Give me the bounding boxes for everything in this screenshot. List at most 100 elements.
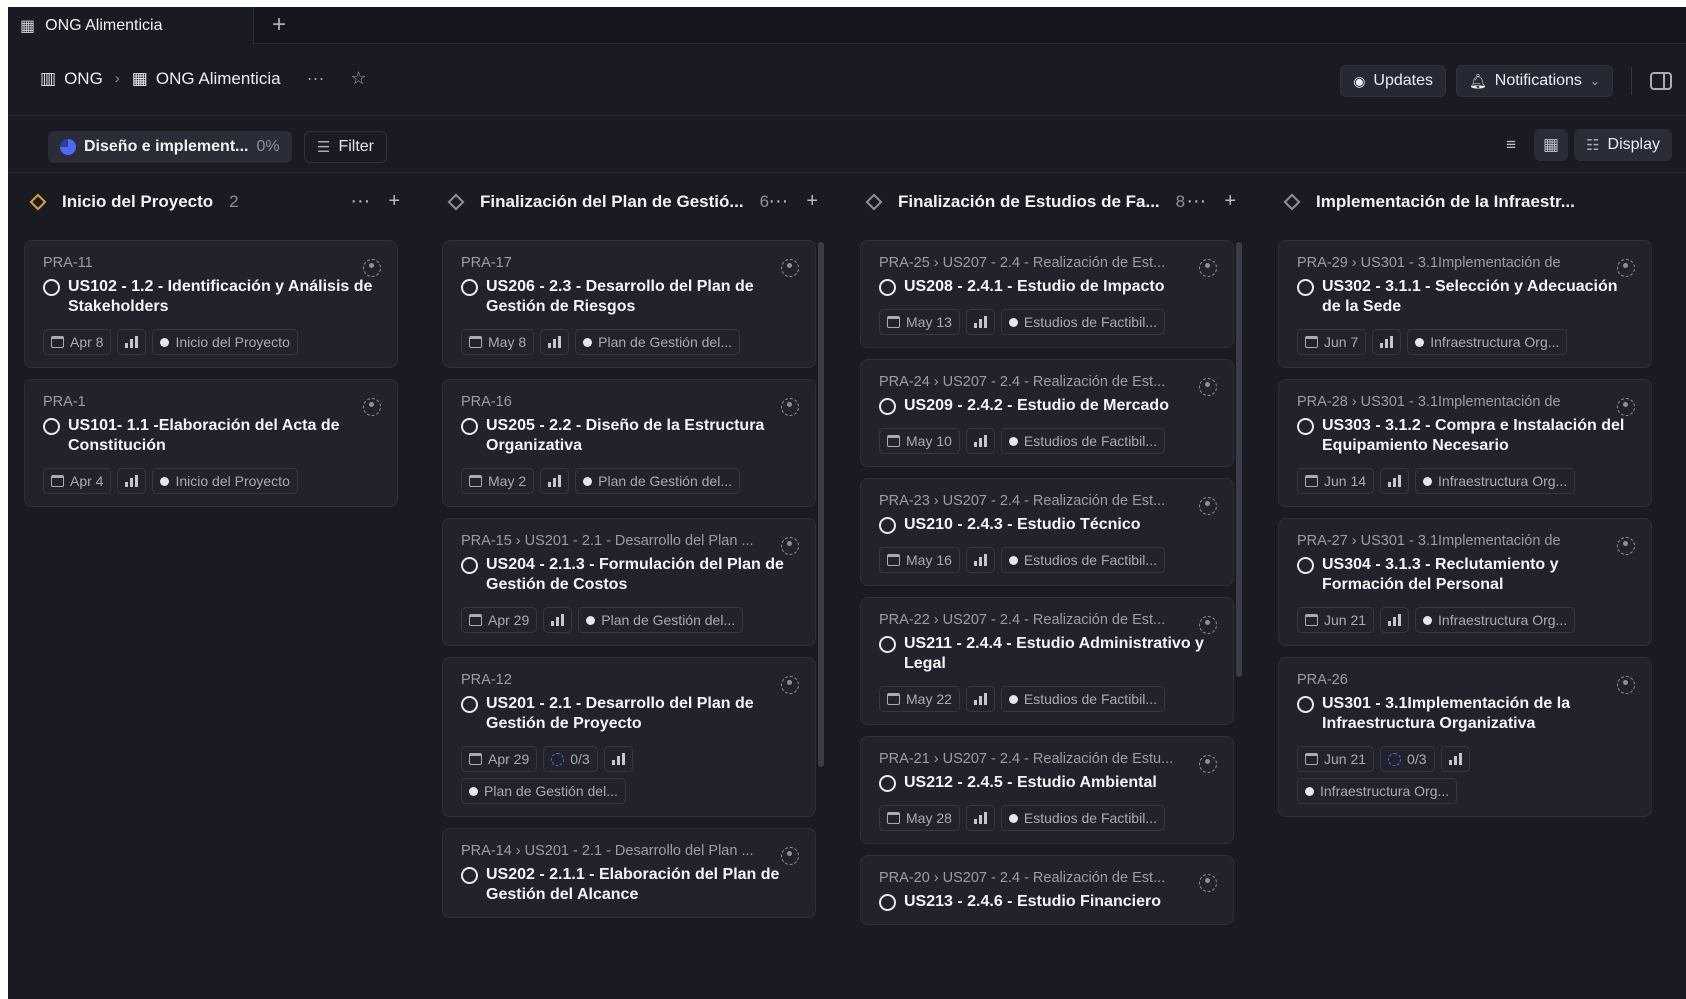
due-date-tag[interactable]: Apr 8	[43, 329, 112, 355]
status-todo-icon[interactable]	[461, 867, 478, 884]
milestone-tag[interactable]: Inicio del Proyecto	[152, 329, 298, 355]
priority-tag[interactable]	[540, 468, 570, 494]
board-view-button[interactable]: ▦	[1534, 129, 1569, 161]
assignee-icon[interactable]	[1617, 676, 1635, 694]
assignee-icon[interactable]	[1199, 378, 1217, 396]
tab-ong-alimenticia[interactable]: ▦ ONG Alimenticia	[8, 7, 254, 44]
issue-card[interactable]: PRA-27 › US301 - 3.1Implementación de US3…	[1278, 518, 1652, 646]
due-date-tag[interactable]: May 10	[879, 428, 960, 454]
priority-tag[interactable]	[965, 686, 995, 712]
milestone-tag[interactable]: Inicio del Proyecto	[152, 468, 298, 494]
issue-card[interactable]: PRA-29 › US301 - 3.1Implementación de US3…	[1278, 240, 1652, 368]
priority-tag[interactable]	[1380, 468, 1410, 494]
priority-tag[interactable]	[540, 329, 570, 355]
issue-card[interactable]: PRA-25 › US207 - 2.4 - Realización de Es…	[860, 240, 1234, 348]
add-issue-icon[interactable]: +	[806, 190, 818, 213]
due-date-tag[interactable]: Apr 29	[461, 607, 538, 633]
new-tab-button[interactable]: +	[272, 11, 286, 39]
issue-card[interactable]: PRA-21 › US207 - 2.4 - Realización de Es…	[860, 736, 1234, 844]
notifications-button[interactable]: 🔔︎ Notifications ⌄	[1456, 65, 1613, 97]
more-options-icon[interactable]: ···	[350, 190, 370, 213]
assignee-icon[interactable]	[1199, 497, 1217, 515]
assignee-icon[interactable]	[781, 398, 799, 416]
priority-tag[interactable]	[965, 805, 995, 831]
updates-button[interactable]: ◉ Updates	[1340, 65, 1446, 97]
priority-tag[interactable]	[1380, 607, 1410, 633]
assignee-icon[interactable]	[1199, 616, 1217, 634]
more-options-icon[interactable]: ···	[1186, 190, 1206, 213]
issue-card[interactable]: PRA-28 › US301 - 3.1Implementación de US3…	[1278, 379, 1652, 507]
status-todo-icon[interactable]	[1297, 418, 1314, 435]
due-date-tag[interactable]: Apr 4	[43, 468, 112, 494]
priority-tag[interactable]	[117, 329, 147, 355]
milestone-tag[interactable]: Infraestructura Org...	[1407, 329, 1568, 355]
milestone-tag[interactable]: Plan de Gestión del...	[575, 468, 740, 494]
milestone-tag[interactable]: Infraestructura Org...	[1297, 778, 1458, 804]
more-options-icon[interactable]: ···	[307, 68, 325, 89]
assignee-icon[interactable]	[781, 847, 799, 865]
add-issue-icon[interactable]: +	[388, 190, 400, 213]
priority-tag[interactable]	[603, 746, 633, 772]
milestone-tag[interactable]: Infraestructura Org...	[1415, 468, 1576, 494]
assignee-icon[interactable]	[1199, 259, 1217, 277]
priority-tag[interactable]	[543, 607, 573, 633]
milestone-tag[interactable]: Estudios de Factibil...	[1000, 428, 1165, 454]
priority-tag[interactable]	[1440, 746, 1470, 772]
assignee-icon[interactable]	[781, 537, 799, 555]
priority-tag[interactable]	[965, 428, 995, 454]
more-options-icon[interactable]: ···	[768, 190, 788, 213]
due-date-tag[interactable]: Jun 21	[1297, 607, 1375, 633]
sub-issues-tag[interactable]: 0/3	[1380, 746, 1435, 772]
assignee-icon[interactable]	[1617, 259, 1635, 277]
priority-tag[interactable]	[965, 309, 995, 335]
due-date-tag[interactable]: May 2	[461, 468, 535, 494]
issue-card[interactable]: PRA-26 US301 - 3.1Implementación de la In…	[1278, 657, 1652, 817]
status-todo-icon[interactable]	[879, 894, 896, 911]
status-todo-icon[interactable]	[43, 418, 60, 435]
cycle-chip[interactable]: Diseño e implement... 0%	[48, 131, 292, 163]
issue-card[interactable]: PRA-20 › US207 - 2.4 - Realización de Es…	[860, 855, 1234, 925]
priority-tag[interactable]	[965, 547, 995, 573]
column-scrollbar[interactable]	[818, 242, 824, 767]
sub-issues-tag[interactable]: 0/3	[543, 746, 598, 772]
issue-card[interactable]: PRA-24 › US207 - 2.4 - Realización de Es…	[860, 359, 1234, 467]
milestone-tag[interactable]: Estudios de Factibil...	[1000, 805, 1165, 831]
sidebar-toggle-icon[interactable]	[1650, 72, 1672, 90]
milestone-tag[interactable]: Plan de Gestión del...	[575, 329, 740, 355]
milestone-tag[interactable]: Estudios de Factibil...	[1000, 309, 1165, 335]
status-todo-icon[interactable]	[879, 279, 896, 296]
status-todo-icon[interactable]	[879, 775, 896, 792]
status-todo-icon[interactable]	[461, 279, 478, 296]
breadcrumb-project[interactable]: ONG Alimenticia	[156, 69, 281, 89]
status-todo-icon[interactable]	[879, 636, 896, 653]
add-issue-icon[interactable]: +	[1224, 190, 1236, 213]
column-scrollbar[interactable]	[1236, 242, 1242, 677]
filter-button[interactable]: ☰ Filter	[304, 131, 388, 163]
list-view-button[interactable]: ≡	[1494, 129, 1528, 161]
status-todo-icon[interactable]	[461, 696, 478, 713]
status-todo-icon[interactable]	[1297, 279, 1314, 296]
issue-card[interactable]: PRA-22 › US207 - 2.4 - Realización de Es…	[860, 597, 1234, 725]
issue-card[interactable]: PRA-1 US101- 1.1 -Elaboración del Acta de…	[24, 379, 398, 507]
assignee-icon[interactable]	[1199, 755, 1217, 773]
issue-card[interactable]: PRA-17 US206 - 2.3 - Desarrollo del Plan …	[442, 240, 816, 368]
due-date-tag[interactable]: Jun 7	[1297, 329, 1367, 355]
due-date-tag[interactable]: Jun 14	[1297, 468, 1375, 494]
assignee-icon[interactable]	[1617, 537, 1635, 555]
status-todo-icon[interactable]	[1297, 557, 1314, 574]
issue-card[interactable]: PRA-23 › US207 - 2.4 - Realización de Es…	[860, 478, 1234, 586]
due-date-tag[interactable]: May 22	[879, 686, 960, 712]
status-todo-icon[interactable]	[1297, 696, 1314, 713]
status-todo-icon[interactable]	[879, 517, 896, 534]
assignee-icon[interactable]	[1199, 874, 1217, 892]
star-icon[interactable]: ☆	[351, 68, 367, 89]
issue-card[interactable]: PRA-16 US205 - 2.2 - Diseño de la Estruct…	[442, 379, 816, 507]
milestone-tag[interactable]: Infraestructura Org...	[1415, 607, 1576, 633]
issue-card[interactable]: PRA-14 › US201 - 2.1 - Desarrollo del Pl…	[442, 828, 816, 918]
breadcrumb-workspace[interactable]: ONG	[64, 69, 103, 89]
due-date-tag[interactable]: May 8	[461, 329, 535, 355]
assignee-icon[interactable]	[781, 676, 799, 694]
issue-card[interactable]: PRA-12 US201 - 2.1 - Desarrollo del Plan …	[442, 657, 816, 817]
assignee-icon[interactable]	[363, 259, 381, 277]
milestone-tag[interactable]: Estudios de Factibil...	[1000, 686, 1165, 712]
